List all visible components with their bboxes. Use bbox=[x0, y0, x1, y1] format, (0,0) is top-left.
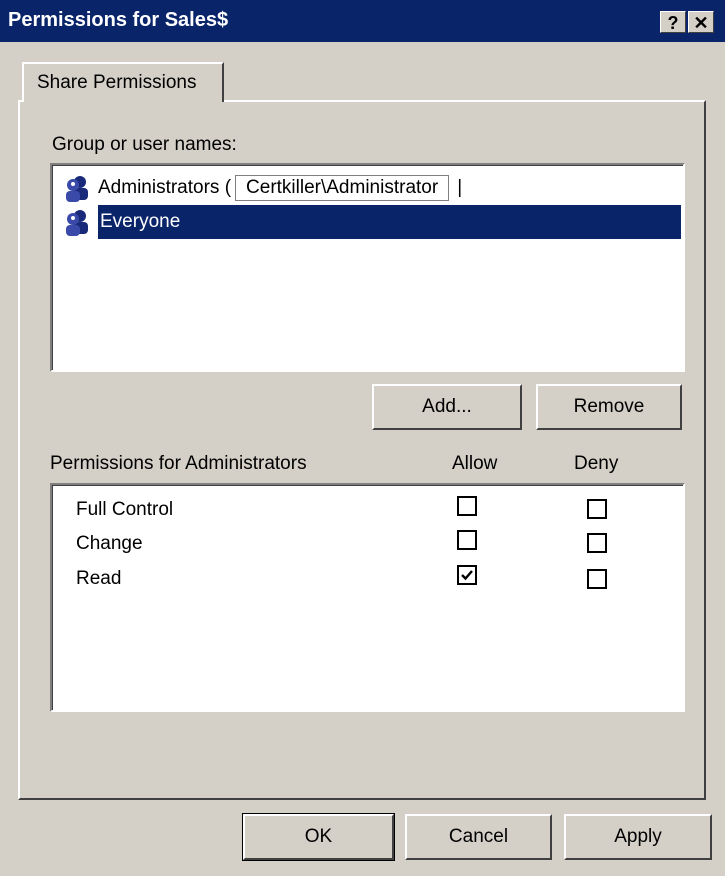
group-list-label: Group or user names: bbox=[52, 134, 237, 155]
permissions-label: Permissions for Administrators bbox=[50, 453, 307, 474]
permission-full-control-label: Full Control bbox=[76, 499, 174, 520]
ok-button[interactable]: OK bbox=[242, 813, 395, 861]
group-list[interactable]: Administrators ( Certkiller\Administrato… bbox=[50, 163, 685, 372]
users-icon bbox=[66, 176, 88, 202]
help-button[interactable]: ? bbox=[660, 11, 686, 33]
allow-read-checkbox[interactable] bbox=[457, 565, 477, 585]
allow-header: Allow bbox=[452, 453, 498, 474]
permissions-list: Full Control Change Read bbox=[50, 483, 685, 712]
deny-read-checkbox[interactable] bbox=[587, 569, 607, 589]
list-item-label: Administrators ( bbox=[98, 177, 232, 198]
apply-button[interactable]: Apply bbox=[564, 814, 712, 860]
remove-button-label: Remove bbox=[573, 396, 645, 417]
list-item-everyone[interactable]: Everyone bbox=[62, 205, 681, 239]
title-bar[interactable]: Permissions for Sales$ ? ✕ bbox=[0, 0, 725, 42]
close-button[interactable]: ✕ bbox=[688, 11, 714, 33]
tab-share-permissions[interactable]: Share Permissions bbox=[22, 62, 224, 102]
add-button[interactable]: Add... bbox=[372, 384, 522, 430]
list-item-administrators[interactable]: Administrators ( Certkiller\Administrato… bbox=[62, 171, 462, 205]
remove-button[interactable]: Remove bbox=[536, 384, 682, 430]
allow-full-control-checkbox[interactable] bbox=[457, 496, 477, 516]
checkmark-icon bbox=[461, 570, 473, 581]
allow-change-checkbox[interactable] bbox=[457, 530, 477, 550]
account-name-callout: Certkiller\Administrator bbox=[235, 175, 450, 201]
cancel-button-label: Cancel bbox=[448, 826, 509, 847]
cancel-button[interactable]: Cancel bbox=[405, 814, 552, 860]
apply-button-label: Apply bbox=[614, 826, 662, 847]
deny-change-checkbox[interactable] bbox=[587, 533, 607, 553]
window-title: Permissions for Sales$ bbox=[8, 9, 229, 31]
permission-read-label: Read bbox=[76, 568, 122, 589]
permission-change-label: Change bbox=[76, 533, 143, 554]
users-icon bbox=[66, 210, 88, 236]
add-button-label: Add... bbox=[422, 396, 472, 417]
text-cursor: | bbox=[457, 177, 463, 198]
list-item-label: Everyone bbox=[98, 205, 681, 239]
deny-full-control-checkbox[interactable] bbox=[587, 499, 607, 519]
deny-header: Deny bbox=[574, 453, 619, 474]
ok-button-label: OK bbox=[304, 826, 333, 847]
